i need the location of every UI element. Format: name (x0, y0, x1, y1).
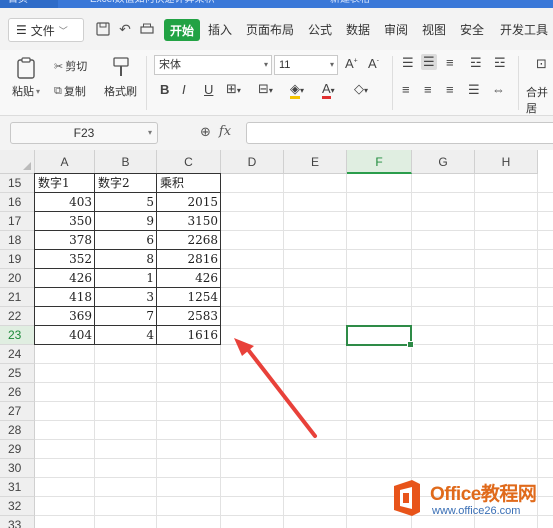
arrow-shaft (244, 345, 317, 438)
office-logo-icon (394, 480, 420, 516)
watermark-url: www.office26.com (432, 505, 521, 517)
annotation-arrow (234, 338, 317, 438)
office26-watermark: Office教程网 www.office26.com (388, 470, 553, 528)
watermark-brand: Office教程网 (430, 484, 537, 505)
